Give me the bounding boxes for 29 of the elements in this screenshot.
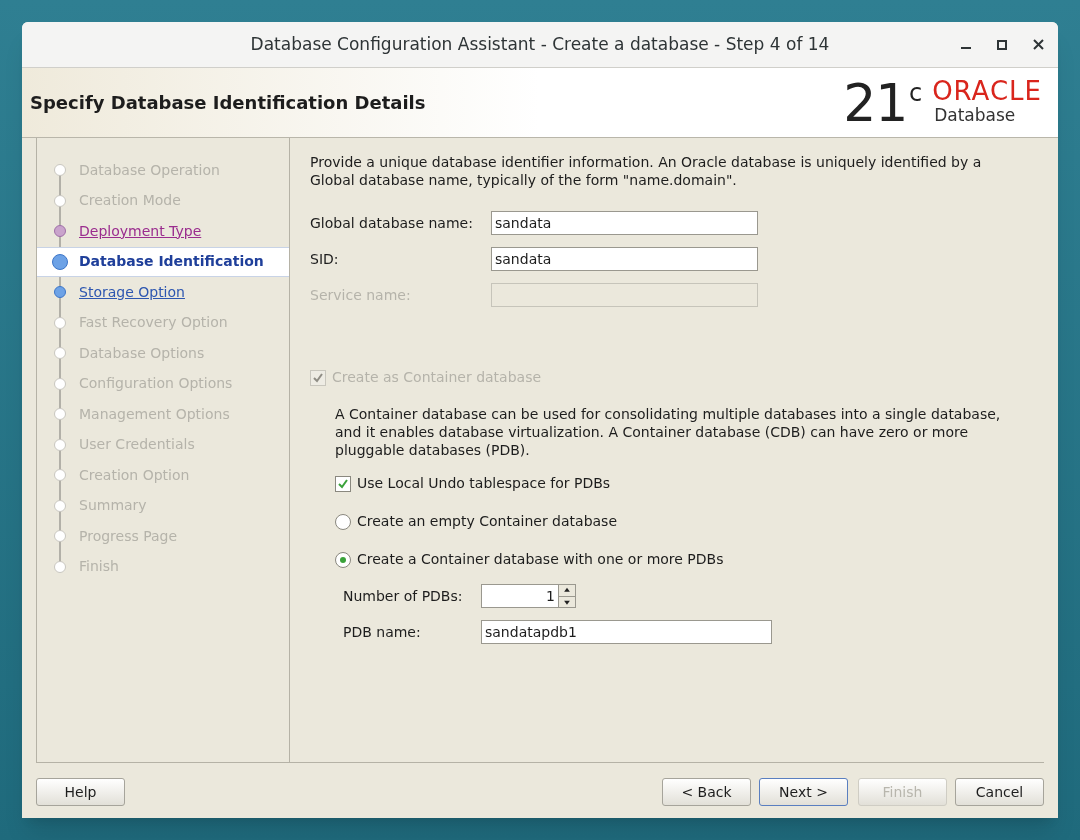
field-label: Number of PDBs: <box>343 586 464 606</box>
text-field[interactable]: sandata <box>491 247 758 271</box>
version-number: 21 <box>843 76 907 129</box>
step-item[interactable]: Deployment Type <box>37 216 289 247</box>
text-field[interactable]: sandata <box>491 211 758 235</box>
window-title: Database Configuration Assistant - Create a database - Step 4 of 14 <box>250 32 830 56</box>
help-button[interactable]: Help <box>36 778 125 806</box>
intro-text: Provide a unique database identifier information. An Oracle database is uniquely identified by a Global database name, typically of the form "name.domain". <box>310 153 983 189</box>
version-superscript: c <box>908 80 923 105</box>
field-label: SID: <box>310 249 340 269</box>
wizard-button[interactable]: Next > <box>759 778 848 806</box>
field-label: Global database name: <box>310 213 474 233</box>
down-arrow-icon[interactable] <box>559 595 575 607</box>
container-description: A Container database can be used for consolidating multiple databases into a single database, and it enables database virtualization. A Container database (CDB) can have zero or more pluggable databases (PDB). <box>335 405 1002 459</box>
close-icon[interactable] <box>1033 39 1044 50</box>
check-icon <box>337 477 349 490</box>
checkbox-label: Use Local Undo tablespace for PDBs <box>357 474 611 493</box>
radio-label: Create an empty Container database <box>357 512 617 531</box>
step-item[interactable]: Storage Option <box>37 277 289 308</box>
wizard-button[interactable]: Cancel <box>955 778 1044 806</box>
wizard-button[interactable]: < Back <box>662 778 751 806</box>
brand-name: ORACLE <box>932 76 1042 105</box>
radio-label: Create a Container database with one or more PDBs <box>357 550 724 569</box>
maximize-icon[interactable] <box>997 39 1007 50</box>
page-heading: Specify Database Identification Details <box>30 91 426 115</box>
product-name: Database <box>934 104 1017 125</box>
current-step[interactable]: Database Identification <box>37 246 289 277</box>
field-label: PDB name: <box>343 622 422 642</box>
check-icon <box>312 371 324 384</box>
